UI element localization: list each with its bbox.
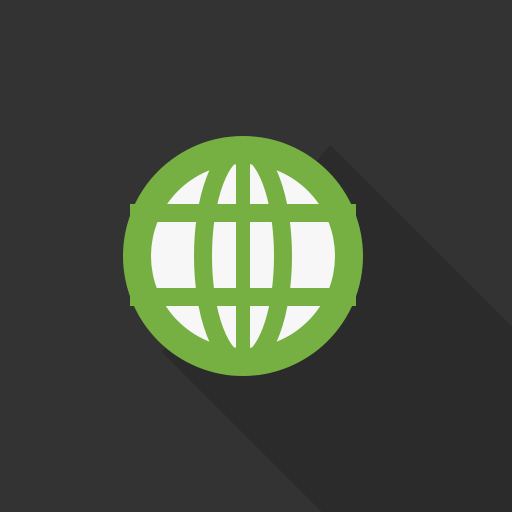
globe-icon [123, 136, 363, 376]
app-icon-graphic [0, 0, 512, 512]
app-icon [0, 0, 512, 512]
